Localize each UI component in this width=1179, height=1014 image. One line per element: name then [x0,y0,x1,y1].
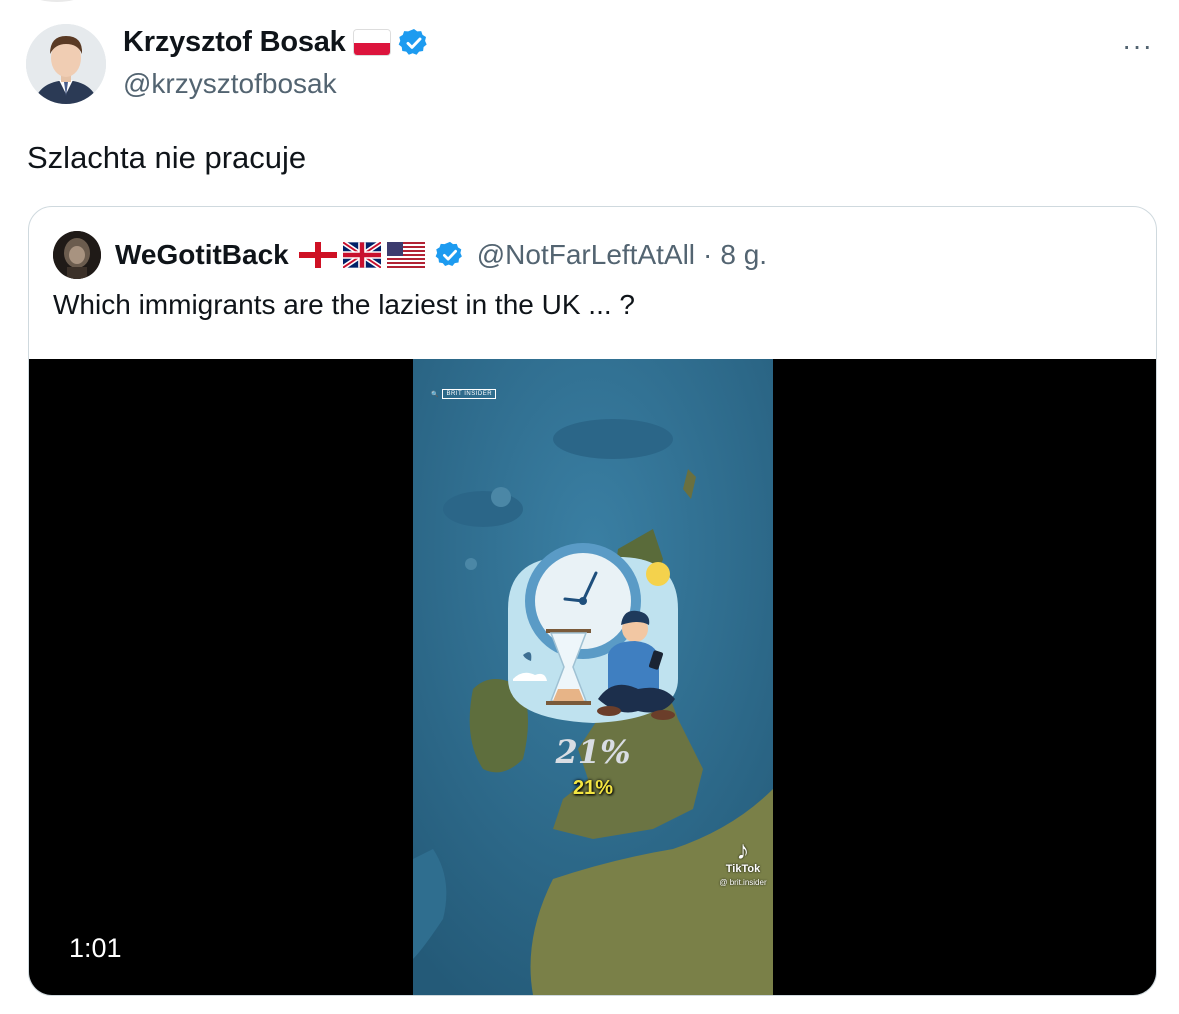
video-frame: 🔍 BRIT INSIDER 21% 21% ♪ TikTok @ brit.i… [413,359,773,995]
author-display-name[interactable]: Krzysztof Bosak [123,26,346,59]
tweet-text: Szlachta nie pracuje [27,140,307,175]
magnifier-icon: 🔍 [431,391,439,398]
tiktok-watermark: ♪ TikTok @ brit.insider [713,837,773,889]
map-illustration [413,359,773,995]
quoted-tweet-text: Which immigrants are the laziest in the … [53,289,635,320]
separator-dot: · [703,239,713,270]
stat-percentage-large: 21% [555,733,631,771]
author-name-row: Krzysztof Bosak [123,26,430,59]
video-player[interactable]: 🔍 BRIT INSIDER 21% 21% ♪ TikTok @ brit.i… [29,359,1156,995]
author-avatar[interactable] [26,24,106,104]
uk-flag-icon [342,242,381,268]
stat-percentage-caption: 21% [572,777,614,799]
verified-badge-icon [435,241,462,266]
quoted-timestamp[interactable]: 8 g. [720,239,767,271]
tiktok-handle: @ brit.insider [719,878,767,887]
quoted-tweet-card[interactable]: WeGotitBack @NotFarLeftAtAll · 8 g. Whic… [28,206,1157,996]
england-flag-icon [298,242,337,268]
poland-flag-icon [353,30,390,55]
usa-flag-icon [386,242,425,268]
more-options-button[interactable]: ··· [1122,30,1153,62]
tiktok-logo-icon: ♪ [736,835,750,865]
video-duration: 1:01 [69,933,122,963]
quoted-author-avatar[interactable] [53,231,101,279]
verified-badge-icon [398,28,427,55]
author-photo [26,24,106,104]
quoted-display-name[interactable]: WeGotitBack [115,239,289,271]
tiktok-label: TikTok [725,863,761,875]
quoted-handle[interactable]: @NotFarLeftAtAll [477,239,695,271]
quoted-tweet-header: WeGotitBack @NotFarLeftAtAll · 8 g. [53,231,767,279]
author-handle[interactable]: @krzysztofbosak [123,68,337,100]
previous-item-edge [28,0,86,2]
quoted-avatar-image [53,231,101,279]
brand-logo-text: BRIT INSIDER [442,389,497,399]
brand-logo: 🔍 BRIT INSIDER [431,389,497,399]
